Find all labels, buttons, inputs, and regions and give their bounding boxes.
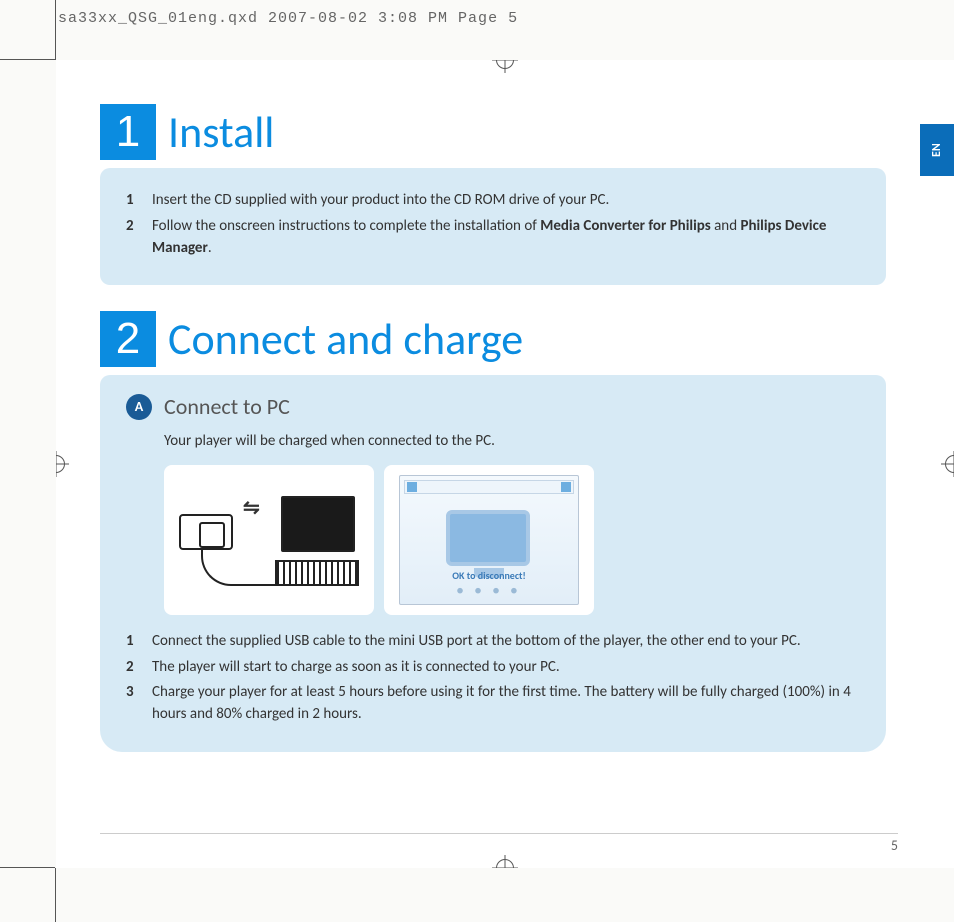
software-screenshot: OK to disconnect! ● ● ● ●: [384, 465, 594, 615]
crop-mark: [55, 868, 56, 922]
language-tab: EN: [920, 124, 954, 176]
list-item: 2 Follow the onscreen instructions to co…: [126, 216, 860, 260]
subsection-intro: Your player will be charged when connect…: [164, 431, 860, 453]
monitor-icon: [281, 496, 355, 552]
usb-icon: ⇋: [243, 494, 260, 523]
print-header: sa33xx_QSG_01eng.qxd 2007-08-02 3:08 PM …: [58, 10, 518, 27]
connect-steps-box: A Connect to PC Your player will be char…: [100, 375, 886, 752]
step-number: 1: [126, 190, 142, 212]
install-steps-box: 1 Insert the CD supplied with your produ…: [100, 168, 886, 285]
list-item: 1 Connect the supplied USB cable to the …: [126, 631, 860, 653]
step-number: 2: [126, 657, 142, 679]
footer-rule: [100, 833, 898, 834]
subsection-title: Connect to PC: [164, 391, 290, 423]
step-text: Insert the CD supplied with your product…: [152, 190, 860, 212]
list-item: 3 Charge your player for at least 5 hour…: [126, 682, 860, 726]
step-number: 1: [126, 631, 142, 653]
page-body: EN 1 Install 1 Insert the CD supplied wi…: [56, 60, 954, 868]
step-number: 3: [126, 682, 142, 726]
page-number: 5: [891, 837, 898, 854]
subsection-heading: A Connect to PC: [126, 391, 860, 423]
subsection-letter: A: [126, 394, 152, 420]
cable-icon: [201, 550, 291, 586]
step-text: The player will start to charge as soon …: [152, 657, 860, 679]
pager-dots-icon: ● ● ● ●: [400, 583, 578, 600]
registration-mark-icon: [492, 60, 518, 73]
player-device-icon: [179, 514, 233, 550]
section-number: 2: [100, 311, 156, 367]
list-item: 1 Insert the CD supplied with your produ…: [126, 190, 860, 212]
section-title: Connect and charge: [168, 312, 523, 366]
section-connect-heading: 2 Connect and charge: [100, 311, 886, 367]
registration-mark-icon: [56, 451, 69, 477]
section-number: 1: [100, 104, 156, 160]
registration-mark-icon: [941, 451, 954, 477]
computer-icon: [446, 510, 530, 566]
step-text: Follow the onscreen instructions to comp…: [152, 216, 860, 260]
crop-mark: [0, 867, 55, 868]
section-title: Install: [168, 105, 274, 159]
crop-mark: [0, 59, 55, 60]
illustration-row: ⇋ OK to disconnect! ● ● ● ●: [164, 465, 860, 615]
step-text: Connect the supplied USB cable to the mi…: [152, 631, 860, 653]
usb-connection-diagram: ⇋: [164, 465, 374, 615]
crop-mark: [55, 0, 56, 60]
registration-mark-icon: [492, 855, 518, 868]
list-item: 2 The player will start to charge as soo…: [126, 657, 860, 679]
step-number: 2: [126, 216, 142, 260]
section-install-heading: 1 Install: [100, 104, 886, 160]
step-text: Charge your player for at least 5 hours …: [152, 682, 860, 726]
